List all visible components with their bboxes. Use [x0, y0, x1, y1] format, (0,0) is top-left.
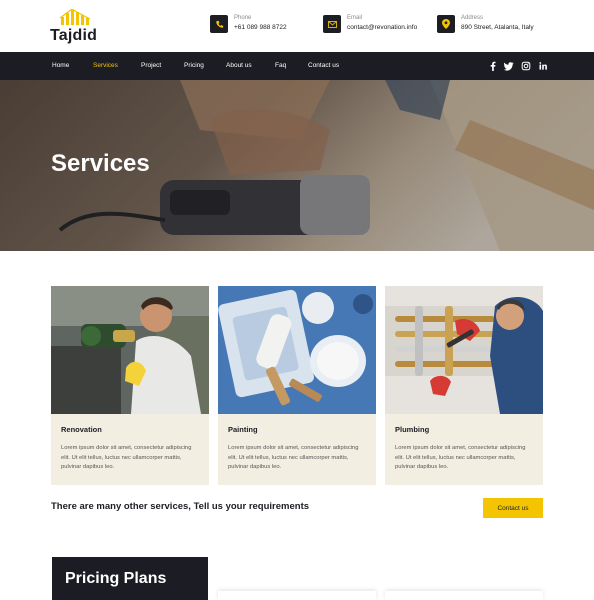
- service-title: Plumbing: [395, 425, 430, 434]
- nav-item-contact[interactable]: Contact us: [308, 62, 339, 69]
- contact-label: Phone: [234, 15, 252, 21]
- hero-banner: Services: [0, 80, 594, 251]
- service-title: Painting: [228, 425, 258, 434]
- nav-item-pricing[interactable]: Pricing: [184, 62, 204, 69]
- service-description: Lorem ipsum dolor sit amet, consectetur …: [61, 445, 192, 470]
- cta-text: There are many other services, Tell us y…: [51, 501, 310, 512]
- logo[interactable]: Tajdid: [50, 9, 100, 45]
- page-title: Services: [51, 150, 150, 177]
- nav-item-project[interactable]: Project: [141, 62, 161, 69]
- service-description: Lorem ipsum dolor sit amet, consectetur …: [395, 445, 526, 470]
- nav-item-services[interactable]: Services: [93, 62, 118, 69]
- nav-item-faq[interactable]: Faq: [275, 62, 286, 69]
- facebook-icon[interactable]: [488, 61, 498, 71]
- service-card-plumbing[interactable]: Plumbing Lorem ipsum dolor sit amet, con…: [385, 286, 543, 485]
- contact-label: Address: [461, 15, 484, 21]
- instagram-icon[interactable]: [521, 61, 531, 71]
- nav-item-about[interactable]: About us: [226, 62, 252, 69]
- contact-value[interactable]: +61 089 988 8722: [234, 24, 287, 31]
- twitter-icon[interactable]: [504, 61, 514, 71]
- linkedin-icon[interactable]: [538, 61, 548, 71]
- brand-name: Tajdid: [50, 27, 98, 44]
- service-image: [218, 286, 376, 414]
- contact-value: 890 Street, Atalanta, Italy: [461, 24, 534, 31]
- service-card-painting[interactable]: Painting Lorem ipsum dolor sit amet, con…: [218, 286, 376, 485]
- logo-icon: [59, 9, 91, 25]
- service-card-renovation[interactable]: Renovation Lorem ipsum dolor sit amet, c…: [51, 286, 209, 485]
- section-title: Pricing Plans: [65, 570, 167, 587]
- service-image: [385, 286, 543, 414]
- nav-item-home[interactable]: Home: [52, 62, 69, 69]
- pricing-header: Pricing Plans: [52, 557, 208, 600]
- mail-icon: [323, 15, 341, 33]
- map-pin-icon: [437, 15, 455, 33]
- service-image: [51, 286, 209, 414]
- contact-value[interactable]: contact@revonation.info: [347, 24, 417, 31]
- top-bar: Tajdid Phone +61 089 988 8722 Email cont…: [0, 0, 594, 52]
- pricing-card: [218, 591, 376, 600]
- phone-icon: [210, 15, 228, 33]
- service-title: Renovation: [61, 425, 102, 434]
- main-nav: Home Services Project Pricing About us F…: [0, 52, 594, 80]
- contact-label: Email: [347, 15, 363, 21]
- pricing-card: [385, 591, 543, 600]
- service-description: Lorem ipsum dolor sit amet, consectetur …: [228, 445, 359, 470]
- contact-us-button[interactable]: Contact us: [483, 498, 543, 518]
